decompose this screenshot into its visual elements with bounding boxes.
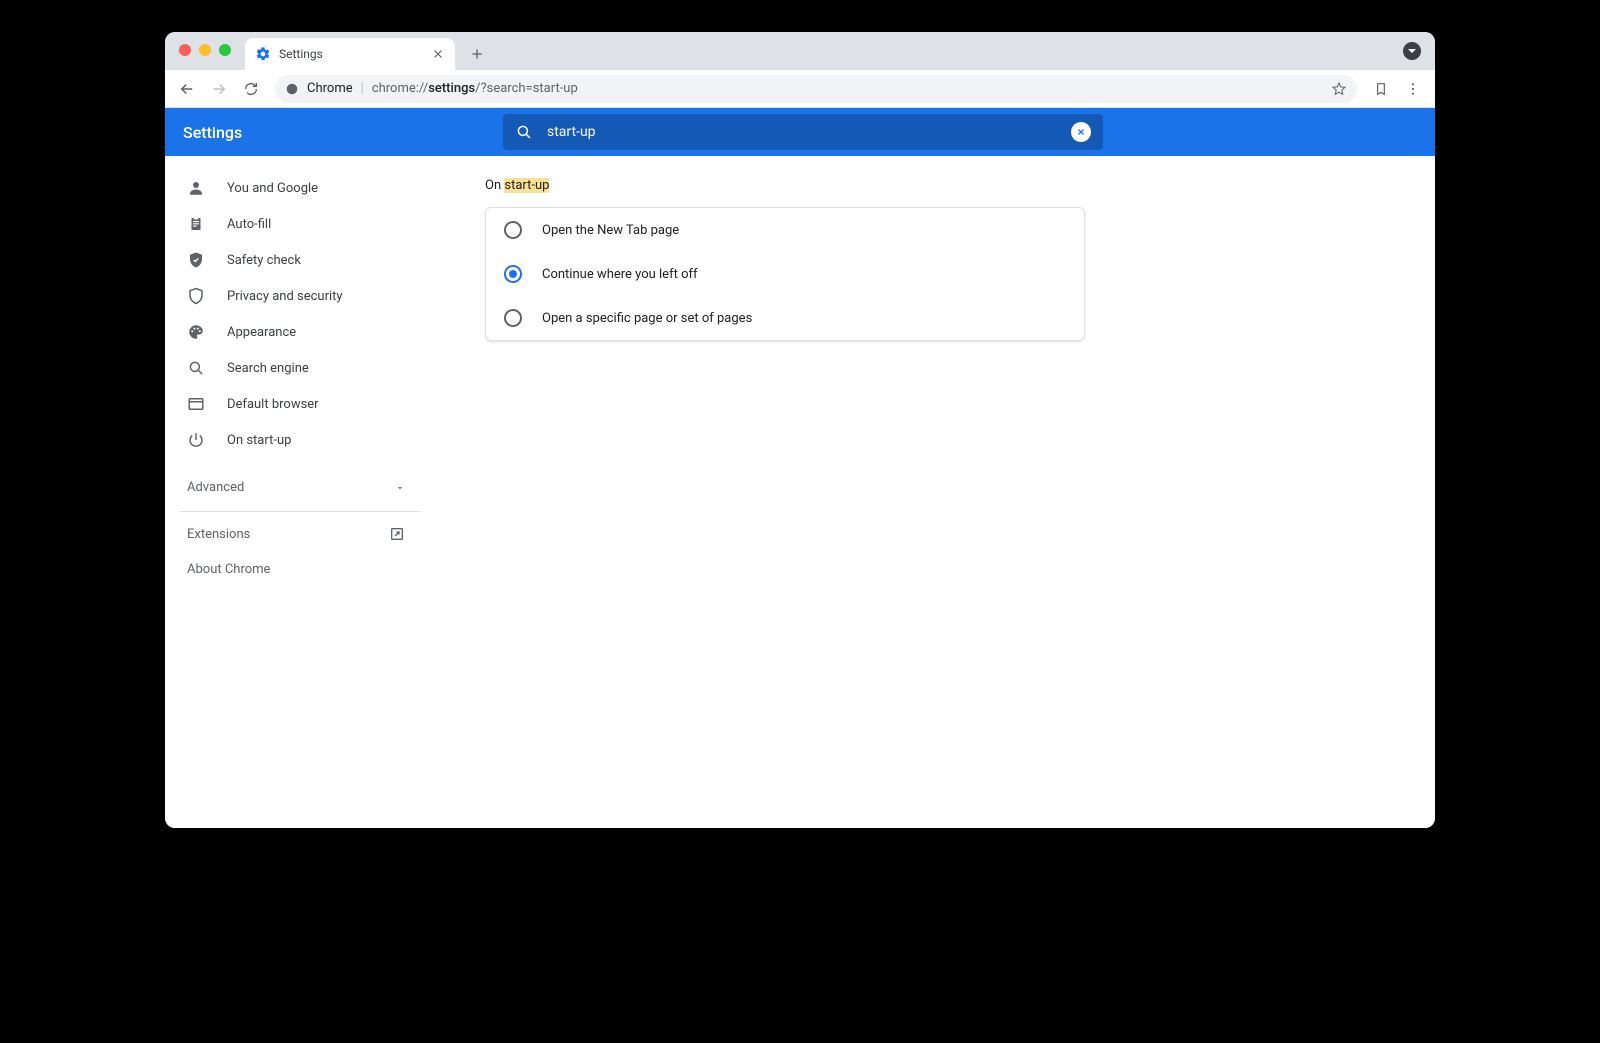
new-tab-button[interactable] — [463, 40, 491, 68]
window-close-button[interactable] — [179, 44, 191, 56]
section-heading: On start-up — [485, 178, 1085, 193]
open-external-icon — [389, 526, 405, 542]
sidebar-item-on-startup[interactable]: On start-up — [165, 422, 435, 458]
settings-title: Settings — [183, 123, 503, 142]
shield-icon — [187, 287, 205, 305]
sidebar-item-label: Auto-fill — [227, 217, 271, 232]
page-content: Settings You and Google A — [165, 108, 1435, 828]
tab-close-button[interactable] — [431, 47, 445, 61]
radio-label: Open the New Tab page — [542, 223, 679, 238]
browser-toolbar: Chrome | chrome://settings/?search=start… — [165, 70, 1435, 108]
extensions-label: Extensions — [187, 527, 250, 542]
search-icon — [515, 123, 533, 141]
sidebar-item-default-browser[interactable]: Default browser — [165, 386, 435, 422]
sidebar-advanced-toggle[interactable]: Advanced — [165, 468, 435, 507]
browser-window: Settings Chrome | chrome://setti — [165, 32, 1435, 828]
startup-option-continue[interactable]: Continue where you left off — [486, 252, 1084, 296]
window-maximize-button[interactable] — [219, 44, 231, 56]
sidebar-item-search-engine[interactable]: Search engine — [165, 350, 435, 386]
radio-label: Continue where you left off — [542, 267, 698, 282]
power-icon — [187, 431, 205, 449]
radio-label: Open a specific page or set of pages — [542, 311, 752, 326]
sidebar-divider — [179, 511, 421, 512]
sidebar-item-you-and-google[interactable]: You and Google — [165, 170, 435, 206]
profile-button[interactable] — [1403, 42, 1421, 60]
site-info-icon[interactable] — [285, 82, 299, 96]
browser-window-icon — [187, 395, 205, 413]
radio-icon — [504, 309, 522, 327]
advanced-label: Advanced — [187, 480, 244, 495]
sidebar-extensions-link[interactable]: Extensions — [165, 516, 435, 552]
settings-search[interactable] — [503, 114, 1103, 150]
settings-header: Settings — [165, 108, 1435, 156]
section-heading-prefix: On — [485, 178, 504, 193]
window-controls — [179, 44, 231, 56]
reading-list-button[interactable] — [1367, 75, 1395, 103]
address-bar[interactable]: Chrome | chrome://settings/?search=start… — [275, 75, 1357, 103]
sidebar-item-label: Safety check — [227, 253, 301, 268]
search-clear-button[interactable] — [1071, 122, 1091, 142]
bookmark-star-icon[interactable] — [1331, 81, 1347, 97]
sidebar-item-label: Default browser — [227, 397, 319, 412]
sidebar-item-autofill[interactable]: Auto-fill — [165, 206, 435, 242]
sidebar-item-appearance[interactable]: Appearance — [165, 314, 435, 350]
person-icon — [187, 179, 205, 197]
browser-menu-button[interactable] — [1399, 75, 1427, 103]
settings-main: On start-up Open the New Tab page Contin… — [435, 156, 1435, 828]
url-separator: | — [361, 81, 364, 96]
url-path: chrome://settings/?search=start-up — [372, 81, 578, 96]
about-label: About Chrome — [187, 562, 270, 577]
radio-icon — [504, 265, 522, 283]
sidebar-about-link[interactable]: About Chrome — [165, 552, 435, 587]
sidebar-item-safety-check[interactable]: Safety check — [165, 242, 435, 278]
palette-icon — [187, 323, 205, 341]
browser-tab[interactable]: Settings — [245, 38, 455, 70]
sidebar-item-label: On start-up — [227, 433, 291, 448]
reload-button[interactable] — [237, 75, 265, 103]
section-heading-highlight: start-up — [504, 178, 549, 193]
settings-sidebar: You and Google Auto-fill Safety check Pr… — [165, 156, 435, 828]
sidebar-item-label: Privacy and security — [227, 289, 343, 304]
clipboard-icon — [187, 215, 205, 233]
sidebar-item-privacy[interactable]: Privacy and security — [165, 278, 435, 314]
sidebar-item-label: You and Google — [227, 181, 318, 196]
startup-options-card: Open the New Tab page Continue where you… — [485, 207, 1085, 341]
sidebar-item-label: Search engine — [227, 361, 309, 376]
startup-option-specific-pages[interactable]: Open a specific page or set of pages — [486, 296, 1084, 340]
chevron-down-icon — [395, 483, 405, 493]
settings-search-input[interactable] — [547, 124, 1057, 140]
forward-button[interactable] — [205, 75, 233, 103]
tab-strip: Settings — [165, 32, 1435, 70]
settings-body: You and Google Auto-fill Safety check Pr… — [165, 156, 1435, 828]
tab-title: Settings — [279, 47, 323, 61]
window-minimize-button[interactable] — [199, 44, 211, 56]
radio-icon — [504, 221, 522, 239]
shield-check-icon — [187, 251, 205, 269]
url-host: Chrome — [307, 81, 353, 96]
search-icon — [187, 359, 205, 377]
sidebar-item-label: Appearance — [227, 325, 296, 340]
back-button[interactable] — [173, 75, 201, 103]
settings-gear-icon — [255, 46, 271, 62]
startup-option-new-tab[interactable]: Open the New Tab page — [486, 208, 1084, 252]
